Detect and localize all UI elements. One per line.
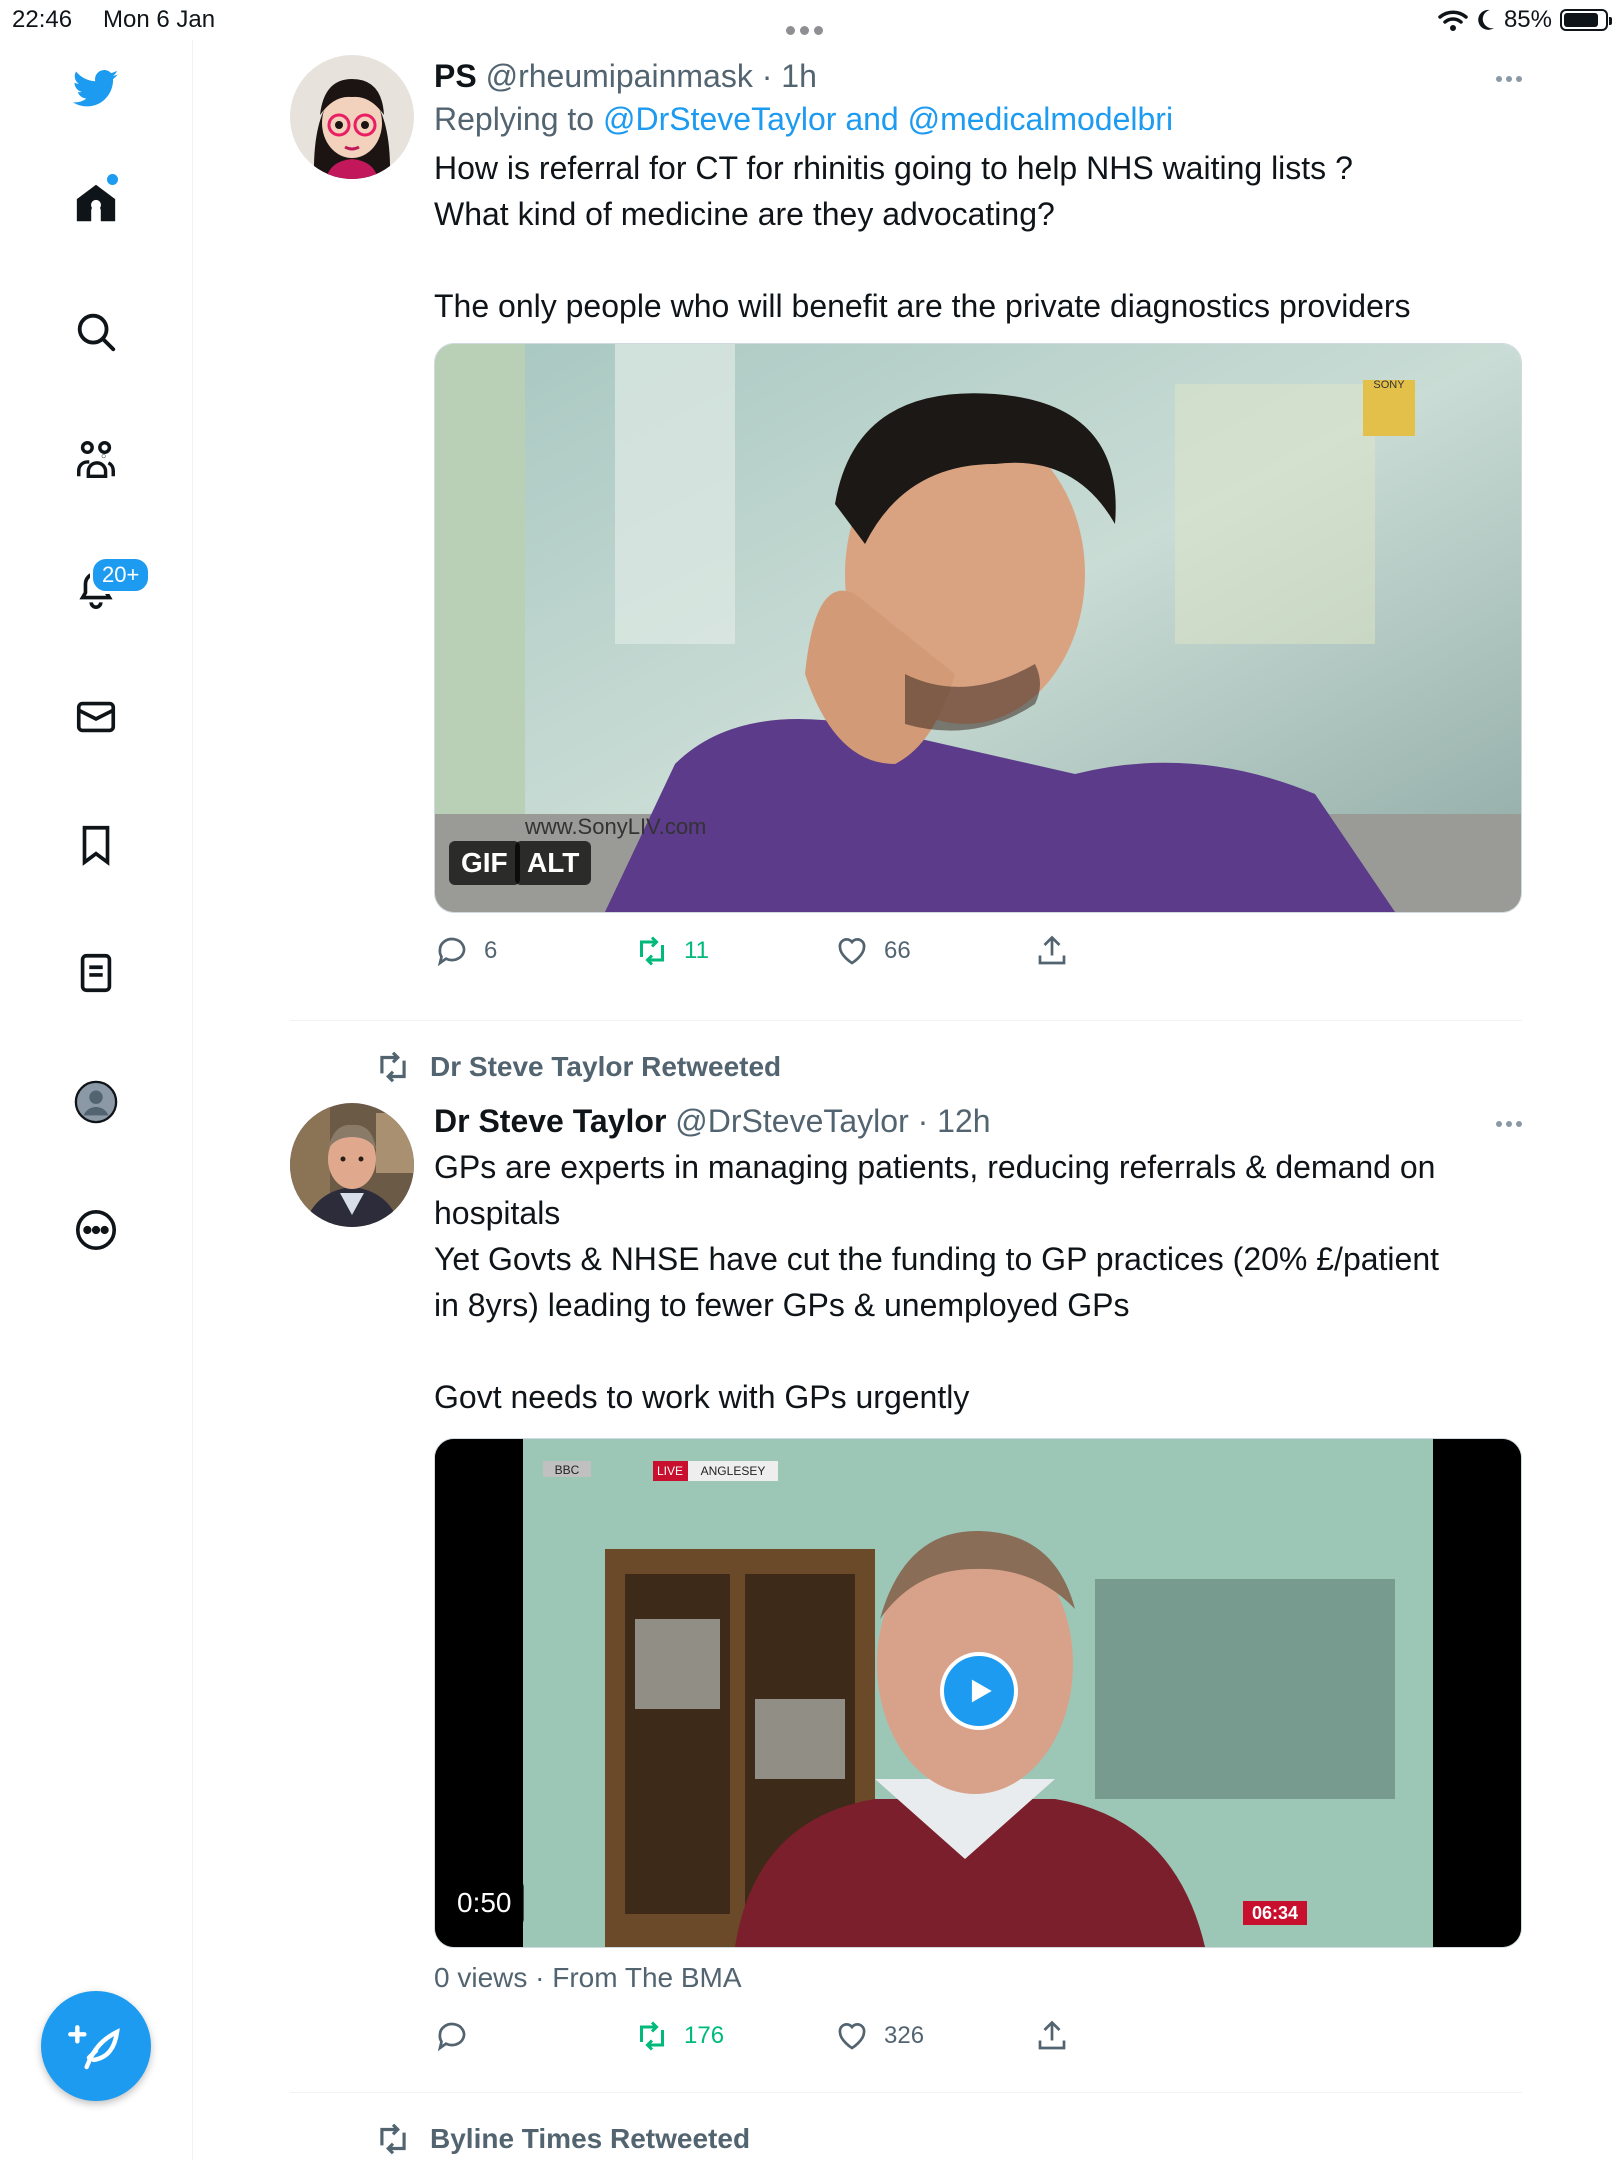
reply-icon: [437, 937, 466, 967]
display-name[interactable]: PS: [434, 58, 477, 94]
mention-link[interactable]: @medicalmodelbri: [908, 101, 1173, 137]
tweet-text-line: The only people who will benefit are the…: [434, 288, 1411, 324]
watermark-text: www.SonyLIV.com: [524, 814, 706, 839]
video-views-source: 0 views · From The BMA: [434, 1962, 742, 1993]
battery-icon: [1560, 9, 1612, 31]
compose-tweet-button[interactable]: [41, 1991, 151, 2101]
gif-image: SONY www.SonyLIV.com: [435, 344, 1521, 912]
date: Mon 6 Jan: [103, 6, 216, 33]
tweet-text-line: Govt needs to work with GPs urgently: [434, 1379, 970, 1415]
share-button[interactable]: [1034, 933, 1070, 969]
retweet-icon: [380, 2123, 406, 2155]
tweet-divider: [290, 1020, 1522, 1021]
tweet-text: How is referral for CT for rhinitis goin…: [434, 145, 1522, 329]
tweet-more-icon[interactable]: [1492, 69, 1522, 87]
retweet-icon: [640, 2021, 664, 2051]
tweet-card[interactable]: Dr Steve Taylor @DrSteveTaylor · 12h GPs…: [290, 1100, 1522, 2060]
replying-to: Replying to @DrSteveTaylor and @medicalm…: [434, 97, 1522, 141]
bbc-logo: BBC: [555, 1463, 580, 1477]
play-icon: [971, 1679, 992, 1703]
heart-icon: [838, 938, 866, 965]
retweet-count: 176: [684, 2022, 725, 2049]
status-bar: 22:46 Mon 6 Jan 85%: [0, 0, 1620, 40]
video-duration: 0:50: [445, 1881, 524, 1925]
tweet-text: GPs are experts in managing patients, re…: [434, 1144, 1522, 1420]
mention-link[interactable]: @DrSteveTaylor: [603, 101, 836, 137]
retweet-count: 11: [684, 937, 709, 964]
heart-icon: [838, 2023, 866, 2050]
tweet-header: PS @rheumipainmask · 1h: [434, 55, 1522, 97]
tweet-card[interactable]: PS @rheumipainmask · 1h Replying to @DrS…: [290, 55, 1522, 1015]
gif-label: GIF: [449, 841, 520, 885]
tweet-header: Dr Steve Taylor @DrSteveTaylor · 12h: [434, 1100, 1522, 1142]
like-button[interactable]: 326: [834, 2018, 924, 2054]
tweet-text-line: How is referral for CT for rhinitis goin…: [434, 150, 1353, 186]
video-media[interactable]: BBC LIVE ANGLESEY 06:34 0:50: [434, 1438, 1522, 1948]
play-button[interactable]: [940, 1652, 1018, 1730]
reply-button[interactable]: [434, 2018, 484, 2054]
retweeted-by-label: Byline Times Retweeted: [430, 2123, 751, 2154]
share-button[interactable]: [1034, 2018, 1070, 2054]
retweet-button[interactable]: 11: [634, 933, 709, 969]
broadcast-clock: 06:34: [1252, 1903, 1298, 1923]
replying-prefix: Replying to: [434, 101, 603, 137]
twitter-logo-icon[interactable]: [71, 63, 121, 113]
reply-conjunction: and: [836, 101, 908, 137]
like-count: 66: [884, 937, 911, 964]
reply-icon: [437, 2022, 466, 2052]
reply-count: 6: [484, 937, 498, 964]
retweeted-by-label: Dr Steve Taylor Retweeted: [430, 1051, 782, 1082]
user-avatar[interactable]: [290, 1103, 414, 1227]
tweet-text-line: GPs are experts in managing patients, re…: [434, 1149, 1436, 1185]
home-icon[interactable]: [71, 178, 121, 228]
like-button[interactable]: 66: [834, 933, 911, 969]
live-label: LIVE: [657, 1464, 683, 1478]
profile-avatar-icon[interactable]: [71, 1077, 121, 1127]
tweet-text-line: in 8yrs) leading to fewer GPs & unemploy…: [434, 1287, 1130, 1323]
lists-icon[interactable]: [71, 948, 121, 998]
tweet-actions: 6 11 66: [434, 933, 1522, 973]
notifications-badge: 20+: [90, 556, 152, 594]
feather-plus-icon: [68, 2025, 120, 2070]
tweet-divider: [290, 2092, 1522, 2093]
retweeted-by[interactable]: Dr Steve Taylor Retweeted: [374, 1048, 781, 1086]
retweet-icon: [380, 1051, 406, 1083]
bookmarks-icon[interactable]: [71, 820, 121, 870]
tweet-text-line: Yet Govts & NHSE have cut the funding to…: [434, 1241, 1440, 1277]
share-icon: [1038, 2020, 1066, 2050]
location-label: ANGLESEY: [701, 1464, 766, 1478]
moon-icon: [1478, 9, 1494, 30]
retweet-button[interactable]: 176: [634, 2018, 724, 2054]
home-unread-dot: [107, 174, 118, 185]
wifi-icon: [1438, 10, 1468, 31]
user-avatar[interactable]: [290, 55, 414, 179]
channel-logo-text: SONY: [1373, 379, 1405, 391]
tweet-actions: 176 326: [434, 2018, 1522, 2058]
like-count: 326: [884, 2022, 925, 2049]
battery-percent: 85%: [1503, 6, 1552, 33]
multitasking-dots-icon[interactable]: [786, 14, 834, 35]
gif-media[interactable]: SONY www.SonyLIV.com GIF ALT: [434, 343, 1522, 913]
tweet-text-line: hospitals: [434, 1195, 561, 1231]
more-options-icon[interactable]: [71, 1205, 121, 1255]
alt-text-button[interactable]: ALT: [515, 841, 592, 885]
reply-button[interactable]: 6: [434, 933, 497, 969]
communities-icon[interactable]: [71, 435, 121, 485]
timestamp[interactable]: · 12h: [918, 1103, 991, 1139]
clock: 22:46: [12, 6, 73, 33]
tweet-more-icon[interactable]: [1492, 1114, 1522, 1132]
share-icon: [1038, 935, 1066, 965]
handle[interactable]: @DrSteveTaylor: [675, 1103, 908, 1139]
retweet-icon: [640, 936, 664, 966]
handle[interactable]: @rheumipainmask: [486, 58, 753, 94]
search-icon[interactable]: [71, 307, 121, 357]
display-name[interactable]: Dr Steve Taylor: [434, 1103, 666, 1139]
timestamp[interactable]: · 1h: [762, 58, 817, 94]
messages-icon[interactable]: [71, 692, 121, 742]
tweet-text-line: What kind of medicine are they advocatin…: [434, 196, 1055, 232]
retweeted-by[interactable]: Byline Times Retweeted: [374, 2120, 750, 2158]
